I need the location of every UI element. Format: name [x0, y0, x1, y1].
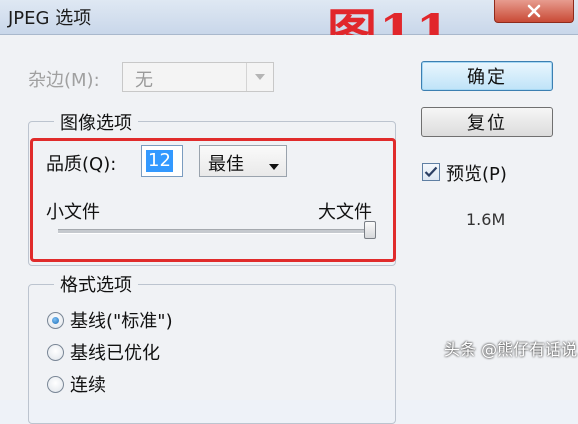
preview-label[interactable]: 预览(P)	[446, 160, 507, 186]
matte-dropdown-arrow[interactable]	[246, 63, 273, 91]
watermark: 头条 @熊仔有话说	[444, 340, 578, 359]
preview-checkbox[interactable]	[422, 163, 440, 181]
matte-value: 无	[135, 70, 153, 91]
radio-baseline-optimized-label[interactable]: 基线已优化	[70, 339, 160, 365]
reset-button[interactable]: 复位	[421, 107, 553, 137]
close-icon	[527, 4, 541, 18]
checkmark-icon	[424, 166, 438, 178]
radio-progressive-label[interactable]: 连续	[70, 371, 106, 397]
dialog-title: JPEG 选项	[8, 8, 92, 29]
chevron-down-icon	[255, 74, 265, 80]
title-bar: JPEG 选项	[0, 0, 578, 35]
radio-baseline-standard-label[interactable]: 基线("标准")	[70, 307, 173, 333]
format-options-title: 格式选项	[54, 271, 138, 297]
highlight-box	[30, 138, 396, 262]
ok-button[interactable]: 确定	[421, 61, 553, 91]
image-options-title: 图像选项	[54, 109, 138, 135]
file-size: 1.6M	[466, 210, 506, 229]
radio-baseline-standard[interactable]	[47, 312, 64, 329]
matte-label: 杂边(M):	[28, 70, 100, 91]
close-button[interactable]	[494, 0, 574, 23]
radio-progressive[interactable]	[47, 376, 64, 393]
matte-select[interactable]: 无	[122, 62, 274, 92]
radio-baseline-optimized[interactable]	[47, 344, 64, 361]
